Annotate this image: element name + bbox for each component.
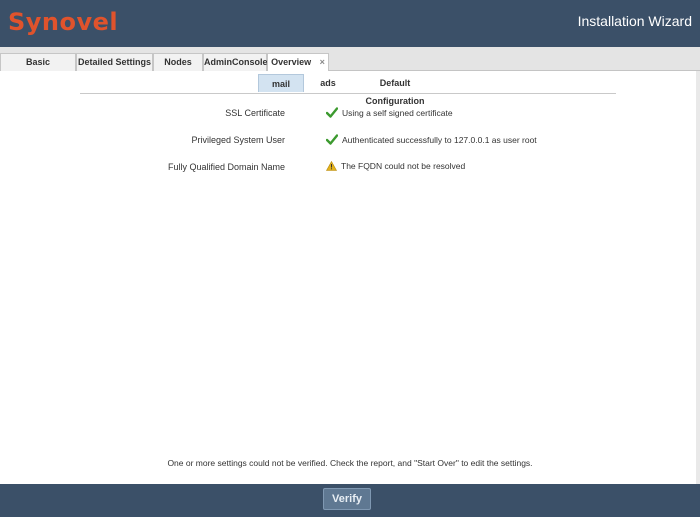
ssl-certificate-status: Using a self signed certificate (326, 107, 453, 118)
tab-bar: Basic Information Detailed Settings Node… (0, 47, 700, 83)
privileged-system-user-status: Authenticated successfully to 127.0.0.1 … (326, 134, 537, 145)
bottom-bar: Verify (0, 484, 700, 517)
tab-nodes[interactable]: Nodes (153, 53, 203, 71)
tab-basic-information[interactable]: Basic Information (0, 53, 76, 83)
check-icon (326, 134, 338, 145)
tab-label: AdminConsole (204, 57, 268, 67)
subtab-mail[interactable]: mail (258, 74, 304, 92)
subtab-default-configuration[interactable]: Default Configuration (350, 74, 440, 106)
close-icon[interactable]: × (320, 57, 325, 67)
status-message: Using a self signed certificate (342, 107, 453, 118)
verify-button[interactable]: Verify (323, 488, 371, 510)
tab-overview[interactable]: Overview × (267, 53, 329, 72)
app-header: Synovel Installation Wizard (0, 0, 700, 47)
tab-label: Overview (271, 57, 312, 67)
overview-panel: mail ads Default Configuration SSL Certi… (0, 71, 700, 484)
tab-detailed-settings[interactable]: Detailed Settings (76, 53, 153, 71)
warning-icon (326, 161, 337, 171)
status-message: The FQDN could not be resolved (341, 161, 466, 171)
tab-adminconsole[interactable]: AdminConsole (203, 53, 268, 71)
ssl-certificate-label: SSL Certificate (225, 108, 285, 118)
tab-label: Detailed Settings (77, 57, 151, 67)
fqdn-status: The FQDN could not be resolved (326, 161, 465, 171)
privileged-system-user-label: Privileged System User (191, 135, 285, 145)
tab-label: Nodes (164, 57, 192, 67)
subtab-ads[interactable]: ads (316, 74, 340, 92)
check-icon (326, 107, 338, 118)
scroll-edge (696, 71, 700, 484)
verification-note: One or more settings could not be verifi… (167, 458, 533, 468)
fqdn-label: Fully Qualified Domain Name (167, 162, 285, 172)
window-title: Installation Wizard (577, 13, 692, 29)
logo: Synovel (8, 8, 119, 36)
subtab-bar: mail ads Default Configuration (80, 71, 616, 106)
status-message: Authenticated successfully to 127.0.0.1 … (342, 134, 537, 145)
